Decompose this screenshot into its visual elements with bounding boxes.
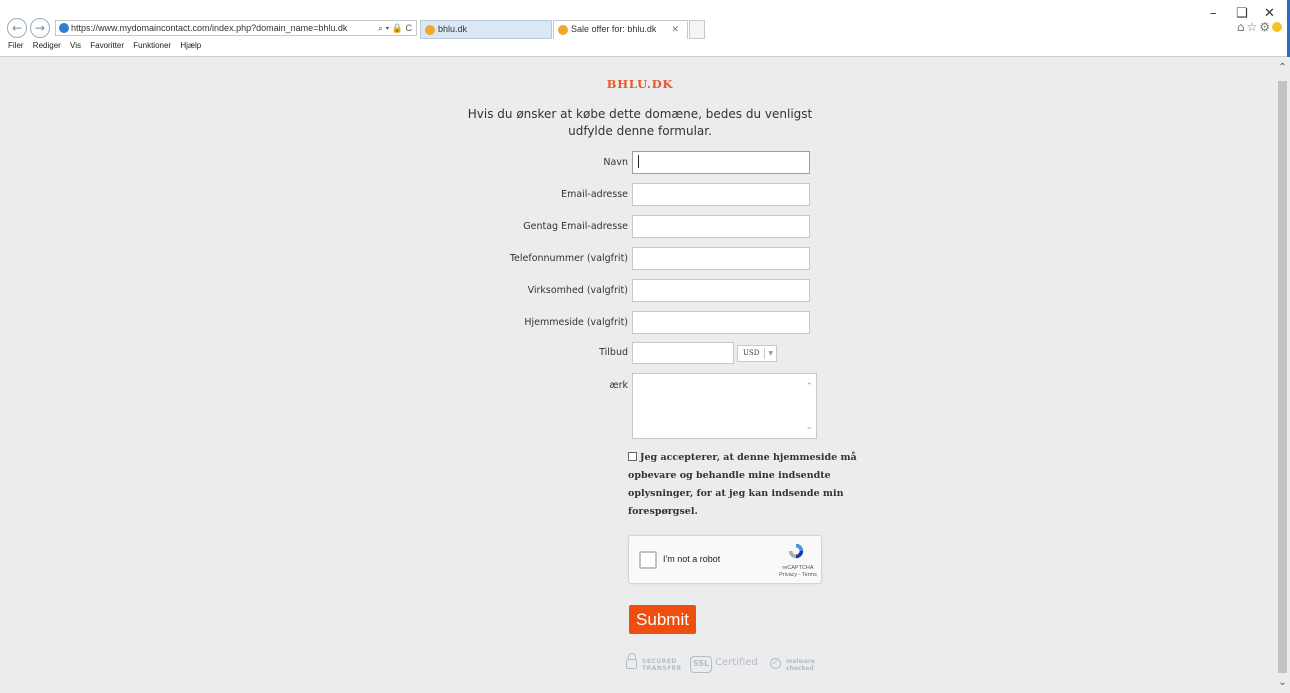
browser-chrome: ← → https://www.mydomaincontact.com/inde… [0,0,1290,57]
text-caret [638,155,639,168]
ie-icon [425,25,435,35]
page-scrollbar[interactable]: ⌃ ⌄ [1275,57,1290,693]
intro-text: Hvis du ønsker at købe dette domæne, bed… [467,107,813,138]
tab-sale-offer[interactable]: Sale offer for: bhlu.dk ✕ [553,20,688,39]
currency-select[interactable]: USD ▼ [737,345,777,362]
address-controls[interactable]: ⌕ ▾ 🔒 C [378,21,412,35]
tab-label: bhlu.dk [438,24,468,34]
ie-icon [59,23,69,33]
star-icon[interactable]: ☆ [1246,20,1259,34]
remark-label: ærk [609,380,628,391]
currency-value: USD [743,349,760,357]
scroll-up-icon[interactable]: ⌃ [1275,62,1290,73]
menu-item-rediger[interactable]: Rediger [33,41,61,50]
secured-transfer-text: SECURED TRANSFER [642,658,682,672]
address-url: https://www.mydomaincontact.com/index.ph… [71,23,348,33]
menu-item-vis[interactable]: Vis [70,41,81,50]
toolbar-icons: ⌂☆⚙ [1237,20,1282,34]
email-field[interactable] [632,183,810,206]
ie-icon [558,25,568,35]
recaptcha-checkbox[interactable] [639,551,657,569]
name-field[interactable] [632,151,810,174]
feedback-smiley-icon[interactable] [1272,22,1282,32]
close-tab-icon[interactable]: ✕ [671,21,679,38]
company-field[interactable] [632,279,810,302]
offer-label: Tilbud [599,347,628,358]
chevron-down-icon[interactable]: ⌄ [805,422,813,432]
minimize-icon[interactable]: – [1210,6,1217,21]
chevron-down-icon: ▼ [768,350,773,357]
website-label: Hjemmeside (valgfrit) [524,317,628,328]
trust-badges: SECURED TRANSFER SSL Certified ✓ malware… [626,653,836,677]
back-icon[interactable]: ← [7,18,27,38]
menu-bar: Filer Rediger Vis Favoritter Funktioner … [8,41,208,50]
recaptcha-widget: I'm not a robot reCAPTCHA Privacy - Term… [628,535,822,584]
consent-checkbox[interactable] [628,452,637,461]
consent-block: Jeg accepterer, at denne hjemmeside må o… [628,449,860,521]
ssl-icon: SSL [690,656,712,673]
repeat-email-label: Gentag Email-adresse [523,221,628,232]
recaptcha-brand: reCAPTCHA Privacy - Terms [775,565,821,579]
repeat-email-field[interactable] [632,215,810,238]
recaptcha-logo-icon [788,543,804,559]
website-field[interactable] [632,311,810,334]
ssl-certified-text: Certified [715,657,758,668]
lock-icon [626,653,637,669]
remark-textarea[interactable]: ⌃ ⌄ [632,373,817,439]
gear-icon[interactable]: ⚙ [1259,20,1272,34]
consent-text: Jeg accepterer, at denne hjemmeside må o… [628,452,857,517]
menu-item-filer[interactable]: Filer [8,41,24,50]
scroll-thumb[interactable] [1278,81,1287,673]
recaptcha-label: I'm not a robot [663,554,721,564]
tab-label: Sale offer for: bhlu.dk [571,24,657,34]
menu-item-hjaelp[interactable]: Hjælp [180,41,201,50]
submit-button[interactable]: Submit [629,605,696,634]
phone-field[interactable] [632,247,810,270]
offer-field[interactable] [632,342,734,364]
site-title: BHLU.DK [606,77,674,91]
email-label: Email-adresse [561,189,628,200]
check-icon: ✓ [770,658,781,669]
scroll-down-icon[interactable]: ⌄ [1275,677,1290,688]
address-bar[interactable]: https://www.mydomaincontact.com/index.ph… [55,20,417,36]
recaptcha-links[interactable]: Privacy - Terms [775,572,821,579]
new-tab-button[interactable] [689,20,705,39]
chevron-up-icon[interactable]: ⌃ [805,382,813,392]
menu-item-favoritter[interactable]: Favoritter [90,41,124,50]
company-label: Virksomhed (valgfrit) [527,285,628,296]
close-window-icon[interactable]: ✕ [1264,6,1275,21]
recaptcha-brand-text: reCAPTCHA [782,565,814,571]
menu-item-funktioner[interactable]: Funktioner [133,41,171,50]
currency-divider [764,348,765,359]
restore-icon[interactable]: ❏ [1236,6,1248,21]
forward-icon[interactable]: → [30,18,50,38]
malware-checked-text: malware checked [786,658,815,672]
tab-bhlu[interactable]: bhlu.dk [420,20,552,39]
name-label: Navn [603,157,628,168]
phone-label: Telefonnummer (valgfrit) [509,253,628,264]
